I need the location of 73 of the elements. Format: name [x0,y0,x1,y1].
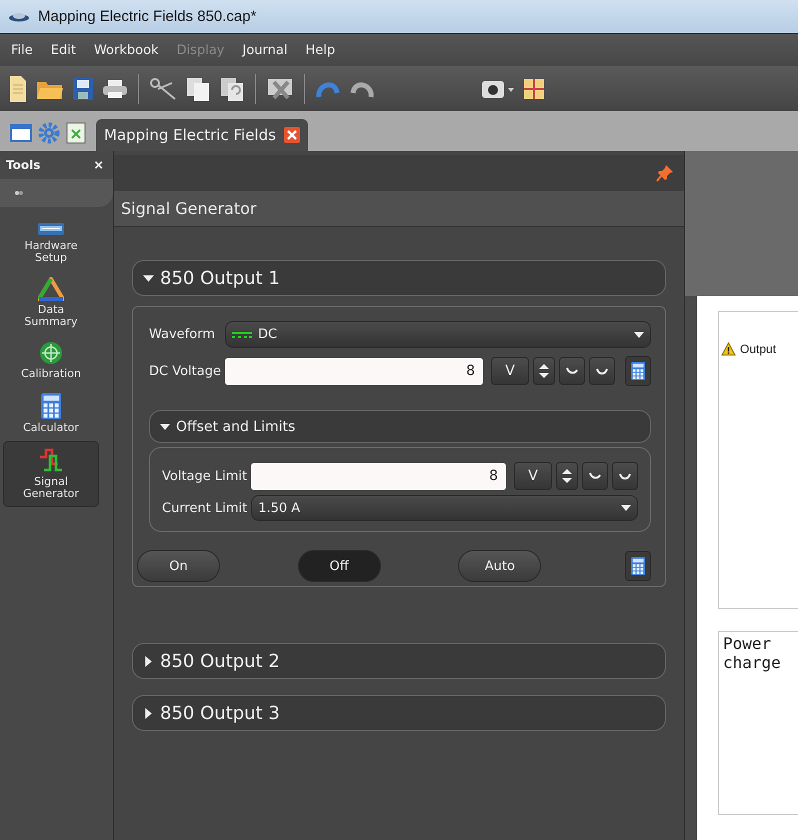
unit-button[interactable]: V [514,462,552,490]
grid-icon[interactable] [523,78,545,100]
menu-item[interactable]: Workbook [86,42,166,58]
mode-button[interactable]: Off [298,550,381,582]
tool-item[interactable]: Data Summary [3,271,99,335]
field-label: Current Limit [162,500,248,516]
save-icon[interactable] [72,76,94,100]
undo-button[interactable] [582,462,608,490]
calculator-icon [40,393,62,419]
section-header[interactable]: 850 Output 3 [132,695,666,731]
calculator-button[interactable] [625,356,651,386]
crosshair-icon [39,341,63,365]
field-label: Waveform [148,327,215,342]
scissors-icon[interactable] [149,76,177,100]
redo-button[interactable] [612,462,638,490]
redo-icon [595,366,609,376]
tool-item[interactable]: Calculator [3,387,99,441]
tool-item[interactable]: Signal Generator [3,441,99,507]
note-text: charge [723,653,782,672]
layout-icon[interactable] [66,122,86,144]
current-limit-dropdown[interactable]: 1.50 A [251,495,638,521]
triangle-icon [38,277,64,301]
printer-icon[interactable] [102,78,128,100]
waveform-icon [38,447,64,473]
unit-button[interactable]: V [491,357,529,385]
toggle-icon[interactable] [14,190,24,196]
close-button[interactable]: × [94,156,103,174]
voltage-input[interactable]: 8 [224,358,483,384]
section-header[interactable]: 850 Output 1 [132,260,666,296]
dc-icon [232,330,252,338]
menu-item[interactable]: File [4,42,40,58]
new-file-icon[interactable] [8,74,28,102]
menu-item[interactable]: Journal [235,42,294,58]
app-logo-icon [8,12,30,22]
document-tab[interactable]: Mapping Electric Fields [96,119,308,151]
note-text: Power [723,634,772,653]
mode-button[interactable]: Auto [458,550,542,582]
spinner-button[interactable] [533,357,555,385]
paste-icon[interactable] [219,76,245,102]
undo-button[interactable] [559,357,585,385]
copy-icon[interactable] [185,76,211,102]
up-down-icon [539,363,549,379]
menu-item[interactable]: Help [298,42,342,58]
waveform-dropdown[interactable]: DC [225,321,651,348]
section-header[interactable]: 850 Output 2 [132,643,666,679]
up-down-icon [562,468,572,484]
window-icon[interactable] [10,123,32,143]
window-title: Mapping Electric Fields 850.cap* [38,8,256,25]
calculator-icon [630,557,646,575]
tool-item[interactable]: Hardware Setup [3,215,99,271]
spinner-button[interactable] [556,462,578,490]
warning-icon [721,342,736,356]
redo-icon [618,471,632,481]
calculator-button[interactable] [624,551,651,581]
warning-text: Output [740,342,776,356]
undo-icon [565,366,579,376]
panel-header: Signal Generator [114,191,684,227]
pin-icon[interactable] [656,164,674,182]
collapse-arrow-icon [634,330,644,340]
voltage-limit-input[interactable]: 8 [251,462,506,490]
mode-button[interactable]: On [137,550,220,582]
calculator-icon [630,362,646,380]
menu-item[interactable]: Edit [44,42,83,58]
interface-box-icon [37,221,65,237]
field-label: Voltage Limit [162,468,248,484]
field-label: DC Voltage [148,364,221,378]
close-icon[interactable] [284,127,300,143]
collapse-arrow-icon [621,503,631,513]
undo-icon [588,471,602,481]
tool-item[interactable]: Calibration [3,335,99,387]
sidebar-title: Tools [6,158,40,172]
section-header[interactable]: Offset and Limits [149,410,651,443]
redo-button[interactable] [589,357,615,385]
